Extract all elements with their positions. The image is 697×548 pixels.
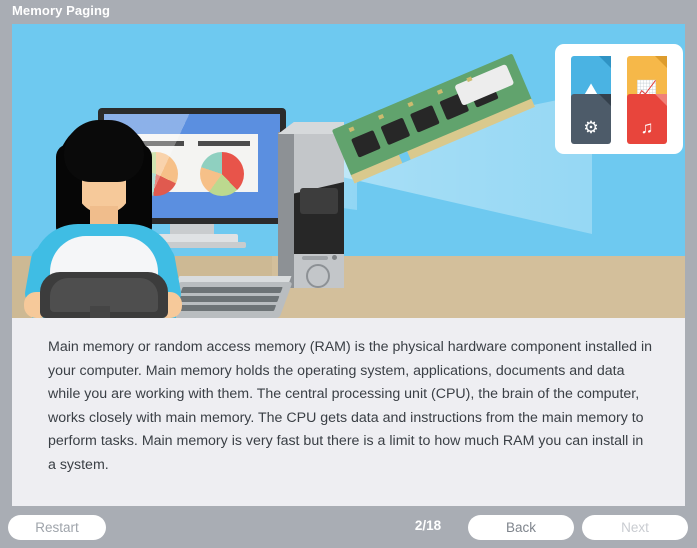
music-note-icon: ♫ (640, 118, 654, 137)
back-button[interactable]: Back (468, 515, 574, 540)
file-fold (655, 56, 667, 68)
settings-file-icon: ⚙ (571, 94, 611, 144)
restart-button[interactable]: Restart (8, 515, 106, 540)
music-file-icon: ♫ (627, 94, 667, 144)
keyboard-row (177, 296, 280, 302)
file-fold (599, 56, 611, 68)
description-panel: Main memory or random access memory (RAM… (12, 318, 685, 506)
page-title: Memory Paging (12, 3, 111, 18)
tower-slot (302, 256, 328, 260)
ram-module (331, 53, 542, 218)
hair-top (64, 120, 144, 182)
page-counter: 2/18 (414, 518, 442, 533)
lesson-window: Memory Paging ⛰ 📈 ⚙ ♫ Main memory or ran… (0, 0, 697, 548)
tower-drive (300, 188, 338, 214)
keyboard-row (173, 305, 277, 311)
title-bar: Memory Paging (0, 0, 697, 24)
computer-tower (278, 122, 344, 288)
gear-icon: ⚙ (583, 118, 599, 137)
tower-power-button (306, 264, 330, 288)
lesson-paragraph: Main memory or random access memory (RAM… (48, 339, 652, 473)
file-type-card: ⛰ 📈 ⚙ ♫ (555, 44, 683, 154)
keyboard (165, 282, 293, 318)
file-fold (655, 94, 667, 106)
navigation-bar: Restart 2/18 Back Next (0, 506, 697, 548)
keyboard-row (180, 287, 283, 293)
file-fold (599, 94, 611, 106)
person-at-computer (12, 120, 184, 318)
next-button[interactable]: Next (582, 515, 688, 540)
illustration-stage: ⛰ 📈 ⚙ ♫ (12, 24, 685, 318)
tower-power-led (332, 255, 337, 260)
chair-stem (90, 306, 110, 318)
